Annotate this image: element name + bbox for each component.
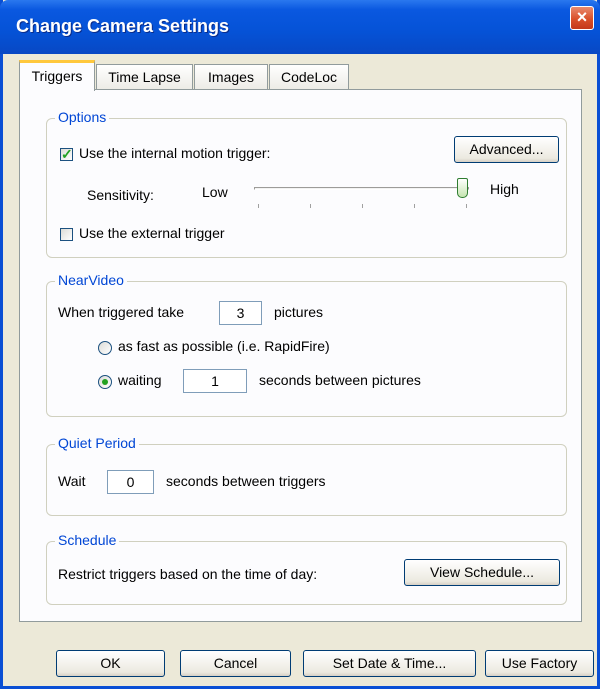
wait-label: Wait xyxy=(58,473,86,489)
internal-trigger-label: Use the internal motion trigger: xyxy=(79,145,271,161)
cancel-button-label: Cancel xyxy=(213,655,258,671)
sensitivity-slider-track[interactable] xyxy=(254,187,469,190)
quiet-wait-field[interactable]: 0 xyxy=(107,470,154,494)
tab-codeloc[interactable]: CodeLoc xyxy=(269,64,349,90)
waiting-radio[interactable] xyxy=(98,375,112,389)
window-title: Change Camera Settings xyxy=(16,16,230,36)
slider-tick xyxy=(466,204,467,208)
ok-button-label: OK xyxy=(100,655,121,671)
waiting-seconds-field[interactable]: 1 xyxy=(183,369,247,393)
schedule-group: Schedule Restrict triggers based on the … xyxy=(46,532,567,605)
seconds-between-pictures-label: seconds between pictures xyxy=(259,372,421,388)
sensitivity-low-label: Low xyxy=(202,184,228,200)
nearvideo-group-label: NearVideo xyxy=(55,272,127,288)
cancel-button[interactable]: Cancel xyxy=(180,650,291,677)
checkmark-icon: ✓ xyxy=(61,146,73,162)
internal-trigger-checkbox[interactable]: ✓ xyxy=(60,146,73,162)
schedule-group-label: Schedule xyxy=(55,532,120,548)
rapidfire-label: as fast as possible (i.e. RapidFire) xyxy=(118,338,330,354)
rapidfire-radio[interactable] xyxy=(98,341,112,355)
slider-tick xyxy=(310,204,311,208)
pictures-label: pictures xyxy=(274,304,324,320)
external-trigger-checkbox[interactable] xyxy=(60,228,73,241)
triggers-panel: Options ✓ Use the internal motion trigge… xyxy=(19,89,582,622)
slider-tick xyxy=(258,204,259,208)
sensitivity-high-label: High xyxy=(490,181,519,197)
quiet-period-group: Quiet Period Wait 0 seconds between trig… xyxy=(46,435,567,516)
options-group-label: Options xyxy=(55,109,110,125)
advanced-button[interactable]: Advanced... xyxy=(454,136,559,163)
seconds-between-triggers-label: seconds between triggers xyxy=(166,473,326,489)
external-trigger-label: Use the external trigger xyxy=(79,225,225,241)
sensitivity-label: Sensitivity: xyxy=(87,187,154,203)
tab-images[interactable]: Images xyxy=(194,64,268,90)
when-triggered-label: When triggered take xyxy=(58,304,185,320)
quiet-period-group-label: Quiet Period xyxy=(55,435,139,451)
pictures-count-field[interactable]: 3 xyxy=(219,301,262,325)
ok-button[interactable]: OK xyxy=(56,650,165,677)
set-date-time-label: Set Date & Time... xyxy=(332,655,447,671)
view-schedule-button[interactable]: View Schedule... xyxy=(404,559,560,586)
waiting-label: waiting xyxy=(118,372,162,388)
restrict-triggers-label: Restrict triggers based on the time of d… xyxy=(58,566,318,582)
tab-label: Time Lapse xyxy=(108,69,181,85)
nearvideo-group: NearVideo When triggered take 3 pictures… xyxy=(46,272,567,417)
dialog-window: Change Camera Settings × Triggers Time L… xyxy=(0,0,600,689)
close-button[interactable]: × xyxy=(570,6,594,30)
use-factory-label: Use Factory xyxy=(501,655,578,671)
view-schedule-label: View Schedule... xyxy=(429,564,535,580)
title-bar[interactable]: Change Camera Settings × xyxy=(0,0,600,54)
set-date-time-button[interactable]: Set Date & Time... xyxy=(303,650,476,677)
tab-triggers[interactable]: Triggers xyxy=(19,60,95,91)
tab-label: CodeLoc xyxy=(280,69,338,85)
close-icon: × xyxy=(576,7,588,27)
slider-tick xyxy=(362,204,363,208)
tab-time-lapse[interactable]: Time Lapse xyxy=(96,64,193,90)
sensitivity-slider-thumb[interactable] xyxy=(457,178,468,198)
radio-selected-dot xyxy=(102,379,108,385)
tab-label: Images xyxy=(208,69,254,85)
use-factory-button[interactable]: Use Factory xyxy=(485,650,594,677)
slider-tick xyxy=(414,204,415,208)
tab-label: Triggers xyxy=(31,68,83,84)
options-group: Options ✓ Use the internal motion trigge… xyxy=(46,109,567,258)
advanced-button-label: Advanced... xyxy=(469,141,544,157)
